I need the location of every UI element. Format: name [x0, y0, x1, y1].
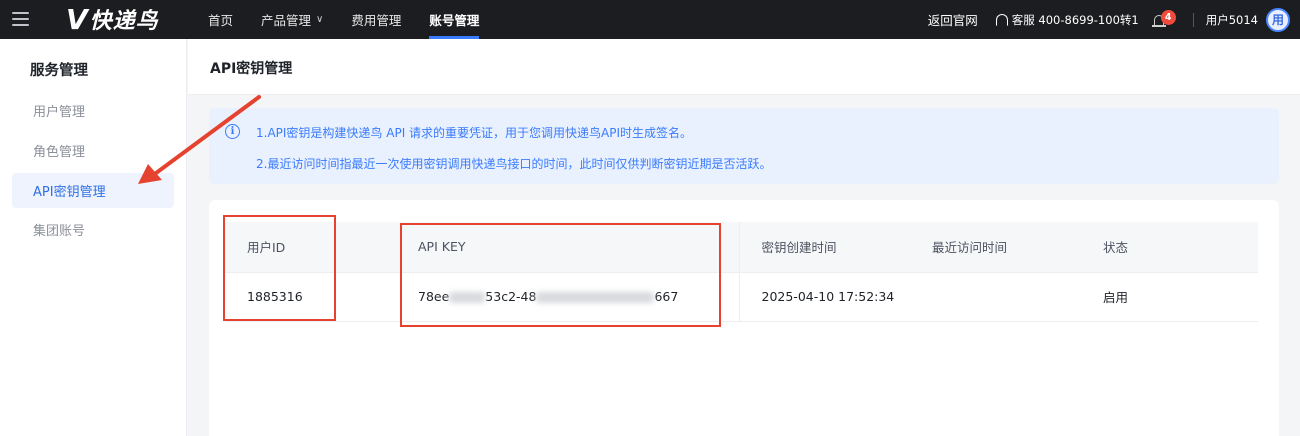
- header-status: 状态: [1081, 222, 1258, 273]
- support-label: 客服 400-8699-100转1: [1011, 12, 1139, 27]
- table-header-row: 用户ID API KEY 密钥创建时间 最近访问时间 状态: [225, 222, 1258, 273]
- nav-product-management[interactable]: 产品管理 ∨: [261, 0, 323, 39]
- menu-icon[interactable]: [12, 12, 29, 26]
- api-key-part: 78ee: [418, 289, 450, 304]
- cell-user-id[interactable]: 1885316: [225, 272, 396, 322]
- api-key-card: 用户ID API KEY 密钥创建时间 最近访问时间 状态 1885316 78…: [209, 200, 1279, 436]
- cell-last-access: [910, 272, 1081, 322]
- nav-account-management[interactable]: 账号管理: [429, 0, 480, 39]
- page-title: API密钥管理: [210, 61, 293, 77]
- api-key-part: 53c2-48: [485, 289, 537, 304]
- info-notice: i 1.API密钥是构建快递鸟 API 请求的重要凭证，用于您调用快递鸟API时…: [209, 108, 1279, 184]
- page-header: API密钥管理: [188, 39, 1300, 95]
- header-created-at: 密钥创建时间: [739, 222, 910, 273]
- sidebar: 服务管理 用户管理 角色管理 API密钥管理 集团账号: [0, 39, 187, 436]
- sidebar-item-api-key-management[interactable]: API密钥管理: [12, 173, 174, 208]
- divider: [1192, 12, 1194, 27]
- notification-badge: 4: [1160, 9, 1176, 25]
- header-api-key: API KEY: [396, 222, 740, 273]
- cell-status: 启用: [1081, 272, 1258, 322]
- nav-home[interactable]: 首页: [208, 0, 233, 39]
- notification-button[interactable]: 4: [1151, 9, 1176, 30]
- headset-icon: [995, 13, 1008, 26]
- cell-api-key[interactable]: 78ee 53c2-48 667: [396, 272, 740, 322]
- chevron-down-icon: ∨: [316, 14, 324, 25]
- top-navigation-bar: V 快递鸟 首页 产品管理 ∨ 费用管理 账号管理 返回官网 客服 400-869…: [0, 0, 1300, 39]
- header-user-id: 用户ID: [225, 222, 396, 273]
- sidebar-item-user-management[interactable]: 用户管理: [12, 93, 174, 128]
- nav-billing-management[interactable]: 费用管理: [351, 0, 401, 39]
- sidebar-item-group-account[interactable]: 集团账号: [12, 212, 174, 247]
- table-row: 1885316 78ee 53c2-48 667 2025-04-10 17:52:…: [225, 272, 1258, 322]
- logo-text: 快递鸟: [89, 8, 159, 34]
- api-key-part: 667: [654, 289, 679, 304]
- info-line-2: 2.最近访问时间指最近一次使用密钥调用快递鸟接口的时间，此时间仅供判断密钥近期是…: [256, 157, 772, 171]
- sidebar-title: 服务管理: [30, 63, 88, 79]
- username[interactable]: 用户5014: [1206, 12, 1258, 28]
- user-area: 返回官网 客服 400-8699-100转1 4 用户5014 用: [928, 0, 1290, 39]
- avatar[interactable]: 用: [1266, 7, 1290, 32]
- customer-service[interactable]: 客服 400-8699-100转1: [995, 12, 1139, 28]
- cell-created-at: 2025-04-10 17:52:34: [739, 272, 910, 322]
- logo[interactable]: V 快递鸟: [66, 3, 159, 36]
- sidebar-item-role-management[interactable]: 角色管理: [12, 133, 174, 168]
- info-line-1: 1.API密钥是构建快递鸟 API 请求的重要凭证，用于您调用快递鸟API时生成…: [256, 126, 693, 140]
- logo-mark: V: [66, 2, 89, 36]
- api-key-table: 用户ID API KEY 密钥创建时间 最近访问时间 状态 1885316 78…: [225, 222, 1258, 322]
- header-last-access: 最近访问时间: [910, 222, 1081, 273]
- main-nav: 首页 产品管理 ∨ 费用管理 账号管理: [208, 0, 507, 39]
- redacted-blur: [536, 292, 655, 303]
- back-to-website-link[interactable]: 返回官网: [928, 10, 978, 29]
- redacted-blur: [449, 292, 486, 303]
- info-icon: i: [225, 124, 240, 139]
